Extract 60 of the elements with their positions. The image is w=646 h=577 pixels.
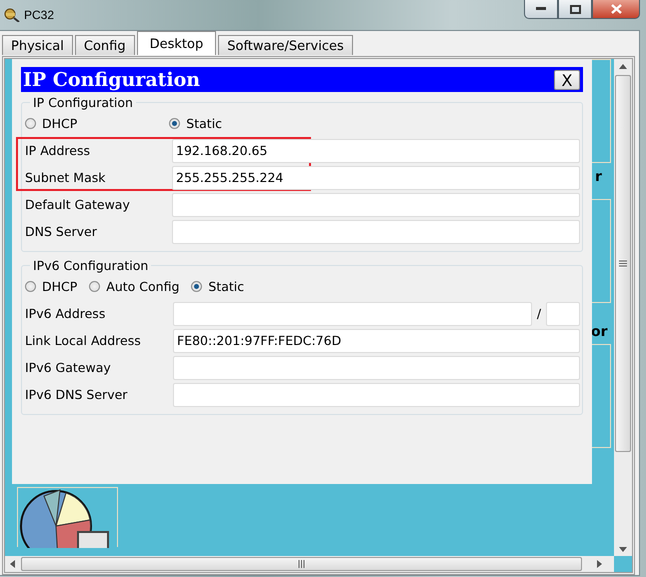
input-field[interactable] [173,302,532,326]
app-icon [4,8,20,22]
field-label: Default Gateway [24,196,131,214]
vertical-scrollbar[interactable] [614,59,632,556]
desktop-label: or [591,324,608,340]
prefix-length-field[interactable] [546,302,580,326]
group-title: IPv6 Configuration [32,258,150,273]
prefix-separator: / [536,306,542,321]
minimize-button[interactable] [524,0,558,19]
tab[interactable]: Physical [2,35,73,55]
input-field[interactable]: 192.168.20.65 [172,138,580,162]
field-label: DNS Server [24,223,98,241]
radio-button[interactable] [169,118,180,129]
maximize-icon [570,4,580,14]
field-label: IPv6 Gateway [24,359,112,377]
up-arrow-icon[interactable] [619,64,627,68]
input-field[interactable] [172,192,580,216]
field-label: IPv6 DNS Server [24,386,128,404]
radio-option[interactable]: Static [191,279,244,294]
radio-label: Static [186,116,222,131]
radio-option[interactable]: Static [169,116,222,131]
close-button[interactable] [592,0,640,19]
left-arrow-icon[interactable] [10,560,14,568]
tab[interactable]: Desktop [136,31,216,55]
radio-button[interactable] [191,281,202,292]
desktop-label: r [595,169,602,185]
input-field[interactable]: FE80::201:97FF:FEDC:76D [173,328,580,352]
close-button[interactable]: X [554,70,580,90]
field-label: IPv6 Address [24,305,106,323]
radio-option[interactable]: DHCP [25,116,78,131]
close-icon [610,4,622,14]
tab[interactable]: Software/Services [218,35,353,55]
input-field[interactable] [173,382,580,406]
field-label: Link Local Address [24,332,142,350]
radio-label: DHCP [42,279,78,294]
window-title: PC32 [24,8,54,22]
radio-button[interactable] [25,281,36,292]
radio-option[interactable]: DHCP [25,279,78,294]
input-field[interactable]: 255.255.255.224 [172,166,580,190]
grip-icon [619,260,627,267]
right-arrow-icon[interactable] [596,560,602,568]
tab[interactable]: Config [74,35,135,55]
minimize-icon [536,7,546,11]
horizontal-scrollbar[interactable] [5,556,614,572]
maximize-button[interactable] [558,0,592,19]
grip-icon [298,560,305,568]
field-label: Subnet Mask [24,169,106,187]
input-field[interactable] [172,220,580,244]
radio-label: DHCP [42,116,78,131]
dialog-title: IP Configuration [23,68,200,90]
radio-label: Auto Config [106,279,180,294]
radio-button[interactable] [25,118,36,129]
radio-button[interactable] [89,281,100,292]
scrollbar-corner [614,556,632,572]
field-label: IP Address [24,142,91,160]
radio-label: Static [208,279,244,294]
down-arrow-icon[interactable] [619,546,627,552]
group-title: IP Configuration [32,95,134,110]
radio-option[interactable]: Auto Config [89,279,180,294]
input-field[interactable] [173,356,580,380]
